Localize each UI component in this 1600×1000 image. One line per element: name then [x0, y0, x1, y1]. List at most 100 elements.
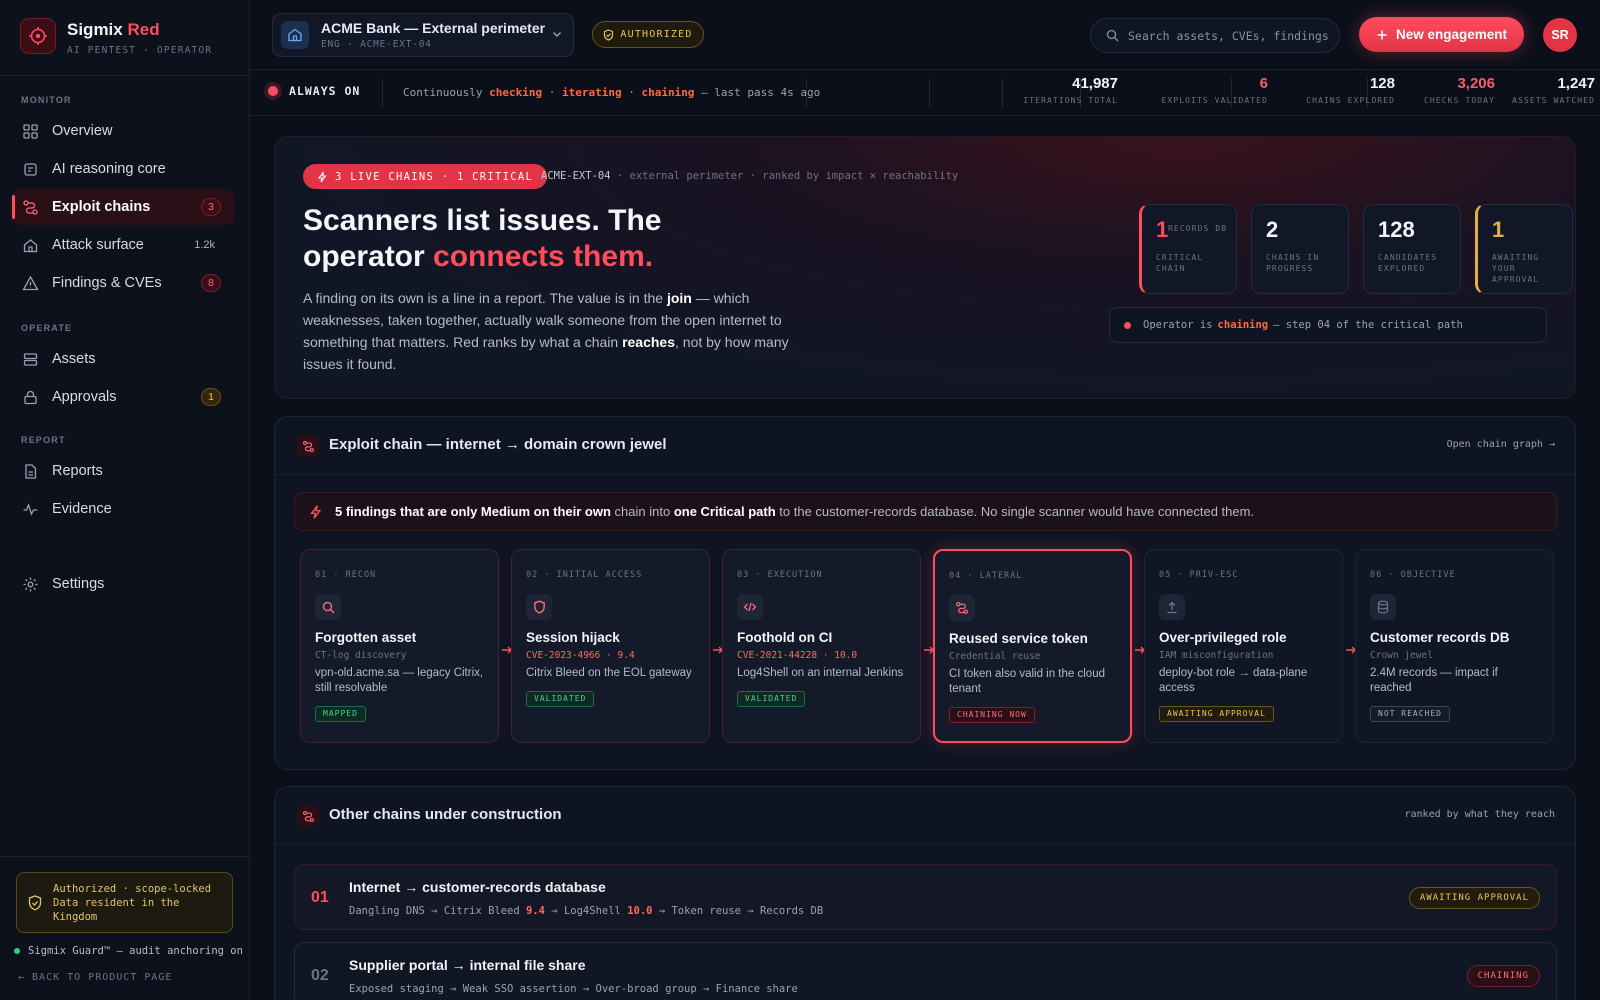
- engagement-title: ACME Bank — External perimeter: [321, 20, 546, 36]
- auth-line: Data resident in the Kingdom: [53, 897, 180, 923]
- divider: [0, 75, 250, 76]
- step-number: 01 · RECON: [315, 570, 377, 580]
- stat-0: 1,247 ASSETS WATCHED: [1512, 75, 1595, 105]
- sidebar-item-findings[interactable]: Findings & CVEs 8: [12, 265, 234, 301]
- sidebar-item-label: AI reasoning core: [52, 161, 166, 177]
- database-icon: [1370, 594, 1396, 620]
- step-title: Session hijack: [526, 630, 620, 645]
- stat-value: 6: [1259, 75, 1268, 92]
- route-icon: [23, 199, 38, 215]
- live-chains-pill[interactable]: 3 LIVE CHAINS · 1 CRITICAL: [303, 164, 548, 189]
- stat-1: 3,206 CHECKS TODAY: [1424, 75, 1495, 105]
- stat-label: ITERATIONS TOTAL: [1023, 96, 1118, 105]
- brand[interactable]: Sigmix Red AI PENTEST · OPERATOR: [20, 18, 211, 56]
- status-badge: VALIDATED: [737, 691, 806, 707]
- sidebar-item-label: Reports: [52, 463, 103, 479]
- status-badge: AWAITING APPROVAL: [1159, 706, 1274, 722]
- chain-step[interactable]: 06 · OBJECTIVE Customer records DB Crown j…: [1355, 549, 1554, 743]
- sidebar-item-evidence[interactable]: Evidence: [12, 491, 234, 527]
- top-bar: ACME Bank — External perimeter ENG · ACM…: [250, 0, 1600, 70]
- engagement-id: ENG · ACME-EXT-04: [321, 39, 432, 50]
- search-box[interactable]: [1090, 18, 1340, 53]
- status-badge: VALIDATED: [526, 691, 595, 707]
- row-title: Internet → customer-records database: [349, 879, 606, 895]
- step-description: deploy-bot role → data-plane access: [1159, 667, 1308, 694]
- sidebar-item-reports[interactable]: Reports: [12, 453, 234, 489]
- status-badge: CHAINING: [1466, 965, 1540, 987]
- bolt-icon: [310, 504, 322, 519]
- hero-description: A finding on its own is a line in a repo…: [303, 290, 789, 372]
- sidebar-item-settings[interactable]: Settings: [12, 566, 234, 602]
- sidebar-item-label: Attack surface: [52, 237, 144, 253]
- sidebar-item-exploit-chains[interactable]: Exploit chains 3: [12, 189, 234, 225]
- step-title: Reused service token: [949, 631, 1088, 646]
- authorization-notice: Authorized · scope-locked Data resident …: [16, 872, 233, 933]
- chain-step[interactable]: 05 · PRIV-ESC Over-privileged role IAM mis…: [1144, 549, 1343, 743]
- gear-icon: [23, 577, 38, 591]
- ranking-note: ranked by what they reach: [1404, 809, 1555, 820]
- step-number: 06 · OBJECTIVE: [1370, 570, 1456, 580]
- chain-step[interactable]: 01 · RECON Forgotten asset CT-log discover…: [300, 549, 499, 743]
- chain-step[interactable]: 02 · INITIAL ACCESS Session hijack CVE-202…: [511, 549, 710, 743]
- row-path: Dangling DNS → Citrix Bleed 9.4 → Log4Sh…: [349, 905, 824, 917]
- stat-value: 1,247: [1557, 75, 1595, 92]
- sidebar-item-ai-reasoning-core[interactable]: AI reasoning core: [12, 151, 234, 187]
- kpi-card[interactable]: 1 RECORDS DB CRITICAL CHAIN: [1139, 204, 1237, 294]
- sidebar-item-label: Settings: [52, 576, 105, 592]
- search-input[interactable]: [1128, 28, 1328, 43]
- upload-icon: [1159, 594, 1185, 620]
- sidebar-item-attack-surface[interactable]: Attack surface 1.2k: [12, 227, 234, 263]
- step-title: Over-privileged role: [1159, 630, 1287, 645]
- divider: [275, 474, 1575, 475]
- kpi-card[interactable]: 1 AWAITING YOUR APPROVAL: [1475, 204, 1573, 294]
- new-engagement-button[interactable]: New engagement: [1359, 17, 1524, 52]
- sidebar-item-label: Assets: [52, 351, 96, 367]
- server-icon: [23, 352, 38, 366]
- sidebar-item-overview[interactable]: Overview: [12, 113, 234, 149]
- kpi-value: 2: [1266, 217, 1279, 242]
- shield-icon: [526, 594, 552, 620]
- avatar[interactable]: SR: [1543, 18, 1577, 52]
- route-icon: [949, 595, 975, 621]
- chain-row[interactable]: 02 Supplier portal → internal file share E…: [294, 942, 1557, 1000]
- kpi-card[interactable]: 128 CANDIDATES EXPLORED: [1363, 204, 1461, 294]
- exploit-chain-panel: Exploit chain — internet → domain crown …: [274, 416, 1576, 770]
- step-title: Customer records DB: [1370, 630, 1510, 645]
- bank-icon: [281, 21, 309, 49]
- chain-step[interactable]: 04 · LATERAL Reused service token Credenti…: [933, 549, 1132, 743]
- activity-line: Continuously checking · iterating · chai…: [403, 86, 821, 99]
- step-description: 2.4M records — impact if reached: [1370, 667, 1498, 694]
- hero-meta: ACME-EXT-04 · external perimeter · ranke…: [541, 170, 959, 182]
- engagement-selector[interactable]: ACME Bank — External perimeter ENG · ACM…: [272, 13, 574, 57]
- row-rank: 01: [311, 889, 329, 906]
- section-operate: OPERATE: [21, 323, 73, 333]
- back-link[interactable]: ← BACK TO PRODUCT PAGE: [18, 972, 172, 983]
- sidebar: Sigmix Red AI PENTEST · OPERATOR MONITOR…: [0, 0, 250, 1000]
- always-on-indicator: ALWAYS ON: [268, 84, 360, 98]
- logo-target-icon: [20, 18, 56, 54]
- step-subtitle: CVE-2023-4966 · 9.4: [526, 650, 635, 661]
- sidebar-item-assets[interactable]: Assets: [12, 341, 234, 377]
- status-bar: ALWAYS ON Continuously checking · iterat…: [250, 70, 1600, 116]
- step-description: Log4Shell on an internal Jenkins: [737, 667, 904, 679]
- sidebar-item-label: Findings & CVEs: [52, 275, 162, 291]
- stat-label: CHAINS EXPLORED: [1306, 96, 1395, 105]
- divider: [0, 856, 250, 857]
- kpi-card[interactable]: 2 CHAINS IN PROGRESS: [1251, 204, 1349, 294]
- step-subtitle: CVE-2021-44228 · 10.0: [737, 650, 858, 661]
- row-title: Supplier portal → internal file share: [349, 957, 586, 973]
- document-icon: [25, 463, 37, 479]
- shield-icon: [604, 28, 614, 41]
- sidebar-item-approvals[interactable]: Approvals 1: [12, 379, 234, 415]
- sidebar-item-label: Approvals: [52, 389, 117, 405]
- brand-name: Sigmix Red: [67, 20, 160, 39]
- chain-step[interactable]: 03 · EXECUTION Foothold on CI CVE-2021-442…: [722, 549, 921, 743]
- step-number: 03 · EXECUTION: [737, 570, 823, 580]
- step-number: 04 · LATERAL: [949, 571, 1023, 581]
- open-chain-graph-link[interactable]: Open chain graph →: [1447, 439, 1555, 450]
- lock-icon: [24, 390, 37, 404]
- search-icon: [315, 594, 341, 620]
- status-badge: MAPPED: [315, 706, 366, 722]
- kpi-label: CRITICAL CHAIN: [1156, 253, 1204, 273]
- chain-row[interactable]: 01 Internet → customer-records database Da…: [294, 864, 1557, 930]
